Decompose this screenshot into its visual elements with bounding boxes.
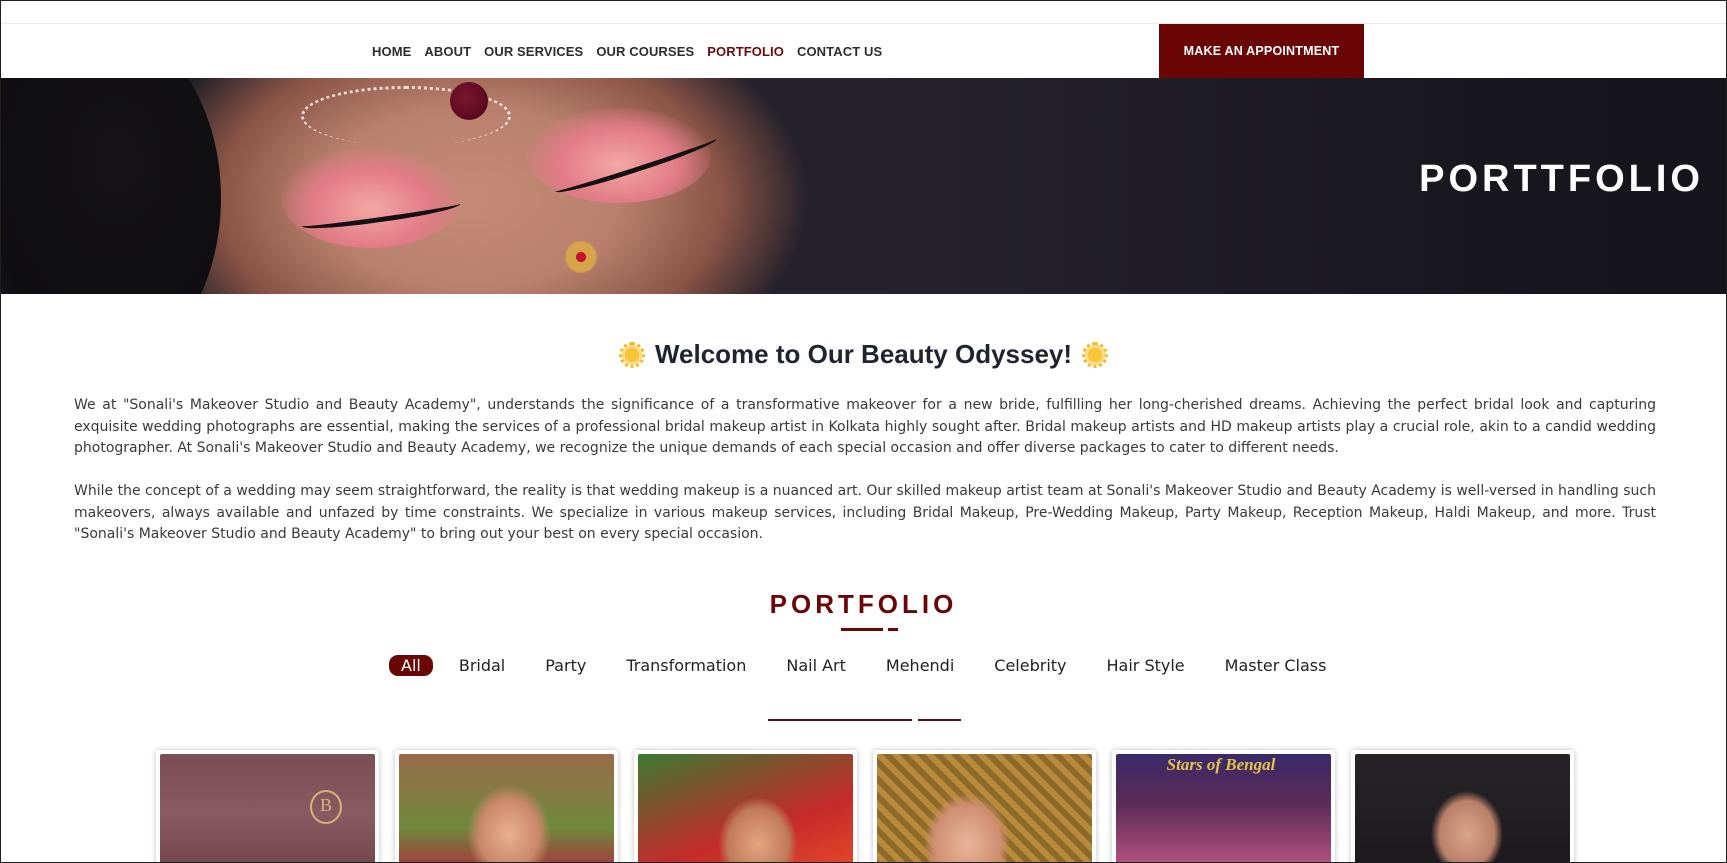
filter-celebrity[interactable]: Celebrity xyxy=(994,656,1066,675)
hero-banner: PORTTFOLIO xyxy=(1,78,1726,294)
site-header: HOME ABOUT OUR SERVICES OUR COURSES PORT… xyxy=(1,24,1726,78)
welcome-heading: Welcome to Our Beauty Odyssey! xyxy=(654,339,1073,369)
main-nav: HOME ABOUT OUR SERVICES OUR COURSES PORT… xyxy=(372,24,895,78)
nav-home-link[interactable]: HOME xyxy=(372,44,411,59)
filter-party[interactable]: Party xyxy=(545,656,586,675)
filter-divider-line xyxy=(768,719,912,721)
gallery-photo xyxy=(638,754,853,862)
portfolio-title-underline-dash xyxy=(888,628,898,631)
sun-icon xyxy=(618,341,645,368)
nav-contact-us-link[interactable]: CONTACT US xyxy=(797,44,882,59)
filter-mehendi[interactable]: Mehendi xyxy=(886,656,954,675)
filter-divider-dash xyxy=(918,719,961,721)
intro-paragraph-2: While the concept of a wedding may seem … xyxy=(74,483,1656,542)
nav-about-link[interactable]: ABOUT xyxy=(424,44,471,59)
hero-eye-left xyxy=(281,148,461,248)
portfolio-gallery xyxy=(156,750,1574,862)
gallery-card[interactable] xyxy=(395,750,618,862)
filter-nail-art[interactable]: Nail Art xyxy=(786,656,846,675)
gallery-photo xyxy=(1355,754,1570,862)
sun-icon xyxy=(1082,341,1109,368)
gallery-card[interactable] xyxy=(873,750,1096,862)
gallery-photo xyxy=(160,754,375,862)
portfolio-title-underline xyxy=(841,628,883,631)
nav-our-courses-link[interactable]: OUR COURSES xyxy=(596,44,694,59)
top-strip xyxy=(1,1,1726,24)
hero-bindi xyxy=(450,82,488,120)
hero-hair-shape xyxy=(1,78,221,294)
gallery-card[interactable] xyxy=(634,750,857,862)
make-appointment-button[interactable]: MAKE AN APPOINTMENT xyxy=(1159,24,1364,78)
gallery-photo xyxy=(1116,754,1331,862)
gallery-card[interactable] xyxy=(1351,750,1574,862)
gallery-card[interactable] xyxy=(156,750,379,862)
portfolio-title: PORTFOLIO xyxy=(769,589,958,619)
welcome-heading-row: Welcome to Our Beauty Odyssey! xyxy=(1,339,1726,370)
gallery-photo xyxy=(877,754,1092,862)
filter-all[interactable]: All xyxy=(389,654,433,676)
intro-paragraph-1: We at "Sonali's Makeover Studio and Beau… xyxy=(74,397,1656,456)
filter-master-class[interactable]: Master Class xyxy=(1225,656,1327,675)
filter-transformation[interactable]: Transformation xyxy=(626,656,746,675)
nav-our-services-link[interactable]: OUR SERVICES xyxy=(484,44,583,59)
hero-nose-pin xyxy=(564,240,598,274)
nav-portfolio-link[interactable]: PORTFOLIO xyxy=(707,44,784,59)
portfolio-filter-bar: All Bridal Party Transformation Nail Art… xyxy=(389,653,1366,677)
page-frame: HOME ABOUT OUR SERVICES OUR COURSES PORT… xyxy=(0,0,1727,863)
gallery-card[interactable] xyxy=(1112,750,1335,862)
filter-bridal[interactable]: Bridal xyxy=(459,656,505,675)
filter-hair-style[interactable]: Hair Style xyxy=(1107,656,1185,675)
hero-title: PORTTFOLIO xyxy=(1419,158,1704,200)
gallery-photo xyxy=(399,754,614,862)
